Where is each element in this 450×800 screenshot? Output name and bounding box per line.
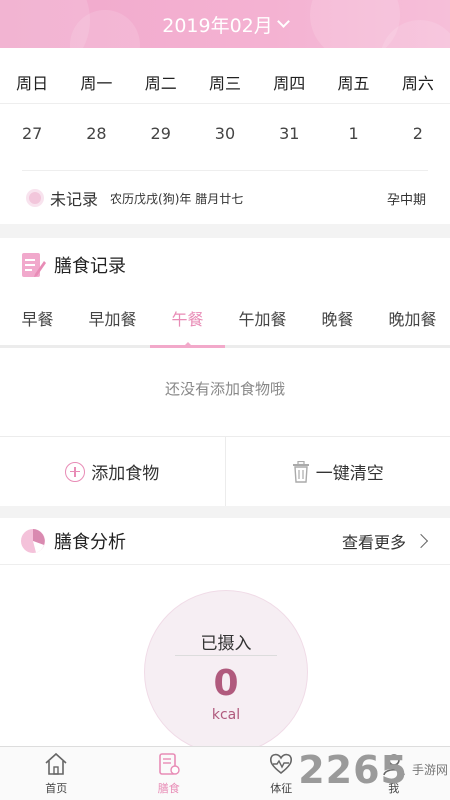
tab-dinner[interactable]: 晚餐 bbox=[300, 290, 375, 345]
home-icon bbox=[45, 752, 67, 775]
section-title: 膳食记录 bbox=[54, 256, 126, 277]
weekday-label: 周二 bbox=[144, 73, 177, 93]
record-status-row: 未记录 农历戊戌(狗)年 腊月廿七 孕中期 bbox=[26, 183, 426, 213]
add-food-button[interactable]: 添加食物 bbox=[0, 437, 225, 506]
tab-diet-label: 膳食 bbox=[157, 782, 180, 795]
weekday-label: 周三 bbox=[208, 73, 241, 93]
date-cell[interactable]: 31 bbox=[257, 108, 321, 158]
pregnancy-stage: 孕中期 bbox=[386, 192, 426, 208]
add-food-label: 添加食物 bbox=[91, 464, 160, 484]
intake-value: 0 bbox=[213, 663, 239, 704]
header-bar: 2019年02月 bbox=[0, 0, 450, 48]
watermark: 2265 手游网 bbox=[298, 748, 448, 792]
date-cell[interactable]: 2 bbox=[386, 108, 450, 158]
month-selector[interactable]: 2019年02月 bbox=[0, 0, 450, 48]
ring-divider bbox=[175, 655, 277, 656]
month-label: 2019年02月 bbox=[162, 14, 273, 37]
lunar-date: 农历戊戌(狗)年 腊月廿七 bbox=[110, 191, 244, 206]
tab-diet[interactable]: 膳食 bbox=[113, 747, 226, 800]
diet-analysis-section: 膳食分析 查看更多 已摄入 0 kcal bbox=[0, 518, 450, 754]
see-more-link[interactable]: 查看更多 bbox=[341, 524, 429, 558]
status-dot-icon bbox=[26, 189, 44, 207]
intake-unit: kcal bbox=[211, 707, 241, 723]
clear-all-button[interactable]: 一键清空 bbox=[224, 437, 450, 506]
weekday-label: 周五 bbox=[337, 73, 370, 93]
intake-ring: 已摄入 0 kcal bbox=[144, 590, 308, 754]
watermark-logo: 2265 bbox=[298, 748, 408, 792]
heart-pulse-icon bbox=[270, 753, 293, 775]
weekday-label: 周六 bbox=[401, 73, 434, 93]
weekday-label: 周四 bbox=[273, 73, 306, 93]
meal-tabs: 早餐 早加餐 午餐 午加餐 晚餐 晚加餐 bbox=[0, 290, 450, 348]
see-more-label: 查看更多 bbox=[341, 533, 406, 552]
diet-actions: 添加食物 一键清空 bbox=[0, 436, 450, 506]
date-cell[interactable]: 29 bbox=[129, 108, 193, 158]
diet-icon bbox=[158, 753, 180, 775]
trash-icon bbox=[292, 460, 309, 483]
empty-message: 还没有添加食物哦 bbox=[164, 380, 285, 398]
tab-afternoon-snack[interactable]: 午加餐 bbox=[225, 290, 300, 345]
chevron-right-icon bbox=[413, 533, 429, 549]
diet-record-header: 膳食记录 bbox=[20, 248, 126, 282]
weekday-label: 周日 bbox=[16, 73, 49, 93]
tab-morning-snack[interactable]: 早加餐 bbox=[75, 290, 150, 345]
weekday-header: 周日 周一 周二 周三 周四 周五 周六 bbox=[0, 60, 450, 104]
diet-analysis-header: 膳食分析 bbox=[20, 524, 126, 558]
pie-chart-icon bbox=[21, 529, 45, 553]
tab-home-label: 首页 bbox=[45, 782, 68, 795]
diet-record-section: 膳食记录 早餐 早加餐 午餐 午加餐 晚餐 晚加餐 还没有添加食物哦 添加食物 … bbox=[0, 238, 450, 506]
chevron-down-icon bbox=[276, 14, 290, 28]
document-edit-icon bbox=[22, 253, 46, 277]
tab-lunch[interactable]: 午餐 bbox=[150, 290, 225, 348]
intake-label: 已摄入 bbox=[200, 634, 252, 654]
tab-vitals-label: 体征 bbox=[270, 782, 293, 795]
date-cell[interactable]: 27 bbox=[0, 108, 64, 158]
tab-night-snack[interactable]: 晚加餐 bbox=[375, 290, 450, 345]
tab-breakfast[interactable]: 早餐 bbox=[0, 290, 75, 345]
date-cell[interactable]: 28 bbox=[64, 108, 128, 158]
plus-circle-icon bbox=[65, 461, 86, 482]
divider bbox=[22, 170, 428, 171]
date-cell[interactable]: 30 bbox=[193, 108, 257, 158]
section-title: 膳食分析 bbox=[54, 532, 126, 553]
week-calendar: 周日 周一 周二 周三 周四 周五 周六 27 28 29 30 31 1 2 … bbox=[0, 48, 450, 224]
record-status: 未记录 bbox=[50, 190, 99, 209]
date-row: 27 28 29 30 31 1 2 bbox=[0, 108, 450, 158]
divider bbox=[0, 564, 450, 565]
clear-all-label: 一键清空 bbox=[315, 464, 384, 484]
watermark-caption: 手游网 bbox=[411, 763, 448, 777]
date-cell[interactable]: 1 bbox=[321, 108, 385, 158]
tab-home[interactable]: 首页 bbox=[0, 747, 113, 800]
weekday-label: 周一 bbox=[80, 73, 113, 93]
